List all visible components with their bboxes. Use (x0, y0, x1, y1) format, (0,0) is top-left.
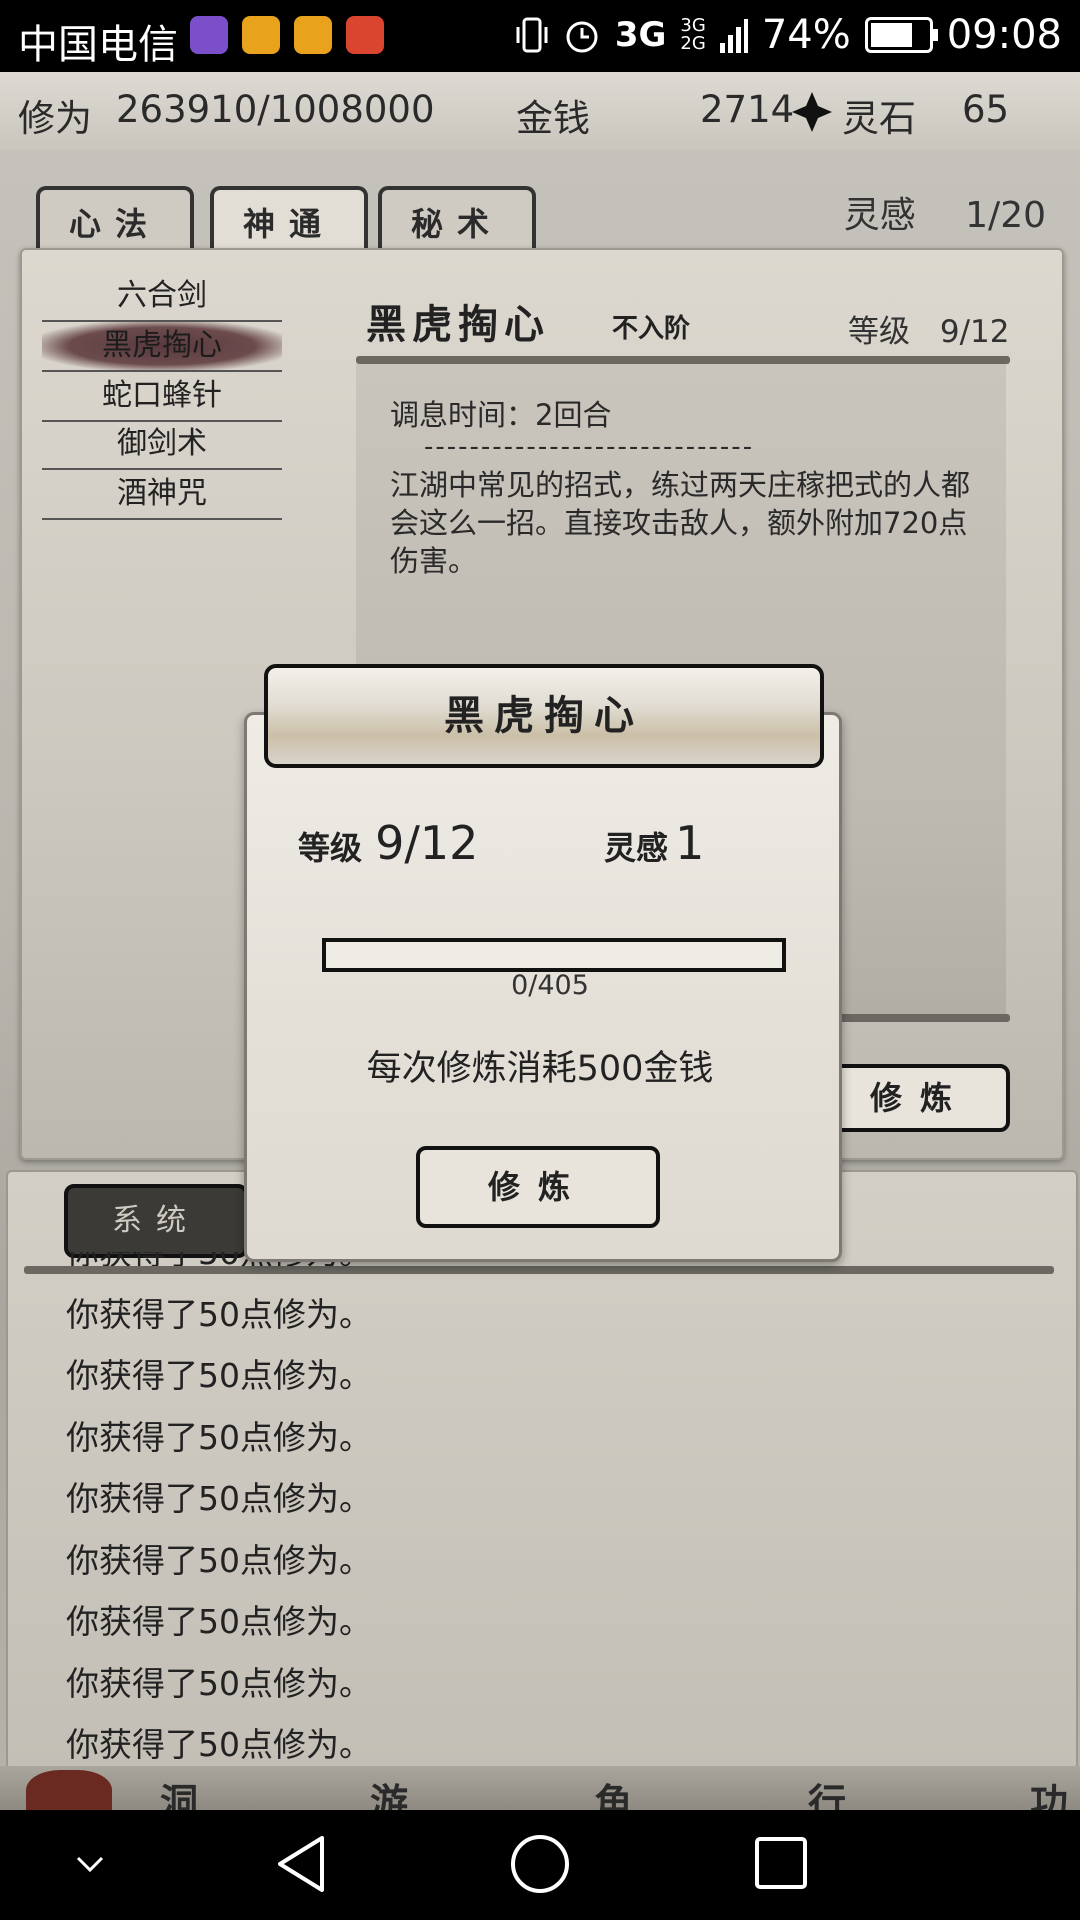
network-3g-label: 3G (614, 15, 667, 55)
log-line: 你获得了50点修为。 (66, 1479, 372, 1518)
spirit-stone-value: 65 (962, 88, 1010, 131)
log-line: 你获得了50点修为。 (66, 1725, 372, 1762)
skill-item-wine-god[interactable]: 酒神咒 (42, 470, 282, 520)
cost-text: 每次修炼消耗500金钱 (366, 1049, 714, 1089)
carrier-label: 中国电信 (18, 22, 178, 68)
money-value: 2714 (700, 88, 795, 131)
log-line: 你获得了50点修为。 (66, 1294, 372, 1334)
status-right: 3G 3G 2G 74% 09:08 (515, 12, 1062, 58)
home-icon[interactable] (508, 1832, 572, 1896)
skill-description: 江湖中常见的招式，练过两天庄稼把式的人都会这么一招。直接攻击敌人，额外附加720… (390, 468, 971, 578)
inspiration-label: 灵感 (843, 195, 916, 236)
dialog-title: 黑虎掏心 (264, 664, 824, 768)
dialog-inspiration-value: 1 (675, 816, 705, 870)
nav-action[interactable]: 行 (808, 1772, 846, 1810)
dialog-train-button[interactable]: 修炼 (416, 1146, 660, 1228)
dialog-inspiration: 灵感 1 (604, 816, 704, 870)
log-line: 你获得了50点修为。 (66, 1663, 372, 1703)
nav-travel[interactable]: 游 (370, 1772, 408, 1810)
resource-bar: 修为 263910/1008000 金钱 2714 灵石 65 (0, 72, 1080, 153)
vibrate-icon (516, 17, 548, 53)
train-button[interactable]: 修炼 (830, 1064, 1010, 1132)
skill-item-snake-bee[interactable]: 蛇口蜂针 (42, 372, 282, 422)
divider (356, 356, 1010, 364)
tab-system[interactable]: 系统 (64, 1184, 248, 1258)
inspiration-counter: 灵感 1/20 (844, 186, 1046, 238)
skill-level-value: 9/12 (939, 314, 1010, 350)
cooldown-text: 调息时间：2回合 (390, 398, 612, 432)
skill-title: 黑虎掏心 (366, 301, 550, 348)
dialog-level-value: 9/12 (375, 816, 479, 870)
tab-heart-method[interactable]: 心法 (36, 186, 194, 256)
dialog-level-label: 等级 (298, 829, 363, 867)
back-icon[interactable] (272, 1832, 332, 1896)
dashed-divider: ----------------------------- (424, 432, 755, 462)
system-nav-bar (0, 1810, 1080, 1920)
app-notification-icon (346, 16, 384, 54)
progress-text: 0/405 (511, 970, 589, 1001)
tab-divine-power[interactable]: 神通 (210, 186, 368, 256)
battery-icon (864, 17, 938, 53)
alarm-icon (566, 21, 598, 53)
gallery-app-icon (190, 16, 228, 54)
log-line: 你获得了50点修为。 (66, 1540, 372, 1580)
dialog-inspiration-label: 灵感 (604, 829, 669, 867)
nav-cave[interactable]: 洞 (160, 1772, 198, 1810)
skill-level: 等级 9/12 (848, 306, 1009, 351)
clock: 09:08 (946, 12, 1062, 58)
log-line: 你获得了50点修为。 (66, 1602, 372, 1641)
status-bar: 中国电信 3G 3G 2G 74% 09:08 (0, 0, 1080, 72)
skill-item-liuhe-sword[interactable]: 六合剑 (42, 272, 282, 322)
skill-rank: 不入阶 (612, 314, 691, 344)
weibo-icon (242, 16, 280, 54)
cultivation-label: 修为 (18, 97, 92, 140)
divider (24, 1266, 1054, 1274)
log-line: 你获得了50点修为。 (66, 1356, 372, 1395)
money-label: 金钱 (516, 97, 590, 140)
skill-item-black-tiger[interactable]: 黑虎掏心 (42, 322, 282, 372)
dialog-level: 等级 9/12 (298, 816, 478, 870)
spirit-stone-icon (792, 92, 832, 132)
battery-percent: 74% (761, 12, 851, 58)
weibo-icon (294, 16, 332, 54)
nav-character[interactable]: 角 (594, 1772, 632, 1810)
home-emblem-icon[interactable] (26, 1770, 112, 1810)
cultivation-value: 263910/1008000 (116, 88, 435, 131)
tab-secret-art[interactable]: 秘术 (378, 186, 536, 256)
progress-bar (322, 938, 786, 972)
network-dual-label: 3G 2G (680, 15, 706, 54)
inspiration-value: 1/20 (965, 195, 1046, 236)
spirit-stone-label: 灵石 (842, 97, 916, 140)
game-nav-bar: 洞 游 角 行 功 (0, 1766, 1080, 1810)
skill-item-sword-control[interactable]: 御剑术 (42, 420, 282, 470)
chevron-down-icon[interactable] (72, 1846, 108, 1882)
skill-level-label: 等级 (848, 314, 910, 350)
recents-icon[interactable] (752, 1834, 810, 1892)
log-line: 你获得了50点修为。 (66, 1417, 372, 1457)
nav-skill[interactable]: 功 (1030, 1772, 1068, 1810)
signal-icon (719, 19, 748, 53)
log-list[interactable]: 你获得了50点修为。 你获得了50点修为。 你获得了50点修为。 你获得了50点… (66, 1252, 966, 1762)
